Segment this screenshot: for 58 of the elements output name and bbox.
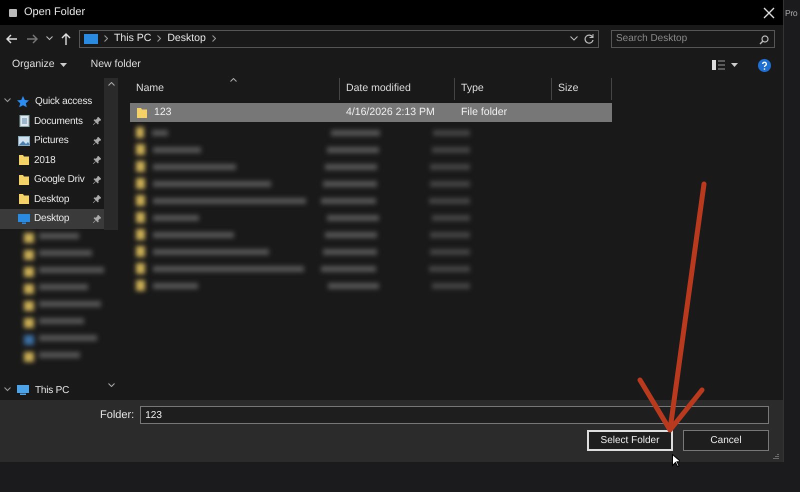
forward-arrow-icon[interactable] (26, 34, 38, 44)
sidebar-item[interactable]: Quick access (0, 92, 104, 112)
back-arrow-icon[interactable] (6, 34, 18, 44)
chevron-down-icon[interactable] (46, 36, 53, 41)
scroll-up-icon[interactable] (108, 82, 115, 86)
column-header[interactable]: Size (552, 78, 612, 100)
sidebar-item[interactable]: Google Driv (0, 170, 104, 190)
sidebar-item[interactable]: Documents (0, 112, 104, 131)
help-icon[interactable] (758, 58, 771, 72)
select-folder-button[interactable]: Select Folder (587, 430, 673, 451)
organize-menu-button[interactable]: Organize (12, 57, 67, 73)
window-title: Open Folder (24, 5, 86, 20)
mouse-cursor-icon (672, 454, 680, 467)
resize-grip-icon (773, 453, 779, 459)
chevron-right-icon (212, 35, 216, 42)
sidebar-item[interactable]: This PC (0, 380, 104, 400)
chevron-down-icon[interactable] (4, 386, 11, 394)
computer-icon (17, 384, 29, 396)
desktop-icon (84, 34, 98, 44)
search-field[interactable]: Search Desktop (611, 30, 775, 48)
caret-icon[interactable] (731, 63, 738, 67)
refresh-icon[interactable] (584, 34, 594, 44)
sidebar-item[interactable]: Desktop (0, 190, 104, 209)
breadcrumb-item[interactable]: This PC (114, 30, 152, 46)
chevron-down-icon[interactable] (570, 36, 578, 41)
type-cell-text: File folder (460, 104, 508, 120)
folder-icon (18, 193, 30, 206)
column-header[interactable]: Date modified (340, 78, 455, 100)
search-icon[interactable] (759, 34, 769, 44)
toolbar-button[interactable]: New folder (90, 57, 141, 73)
view-options-icon[interactable] (712, 60, 725, 70)
file-name: 123 (154, 104, 172, 120)
close-icon[interactable] (763, 6, 775, 18)
sidebar-item[interactable]: 2018 (0, 150, 104, 170)
folder-name-field[interactable]: 123 (140, 406, 769, 424)
chevron-right-icon (157, 35, 162, 42)
document-icon (18, 115, 30, 128)
column-header[interactable]: Type (455, 78, 552, 100)
cancel-button[interactable]: Cancel (683, 430, 769, 451)
address-bar[interactable]: This PC Desktop (79, 30, 599, 48)
star-icon (17, 96, 29, 108)
file-row[interactable]: 123 4/16/2026 2:13 PM File folder (130, 103, 612, 122)
desktop-icon (18, 212, 30, 225)
chevron-right-icon (104, 35, 108, 42)
scroll-down-icon[interactable] (108, 383, 115, 387)
background-text: Pro (785, 7, 798, 20)
folder-icon (18, 154, 30, 166)
up-arrow-icon[interactable] (61, 32, 71, 44)
folder-icon (18, 174, 30, 186)
breadcrumb-item[interactable]: Desktop (167, 30, 206, 46)
date-cell-text: 4/16/2026 2:13 PM (345, 104, 436, 120)
picture-icon (18, 134, 30, 147)
sidebar-item[interactable]: Pictures (0, 131, 104, 150)
sidebar-item[interactable]: Desktop (0, 209, 104, 228)
folder-label: Folder: (100, 408, 134, 423)
column-header[interactable]: Name (130, 78, 340, 100)
app-icon (8, 8, 18, 18)
folder-icon (136, 106, 148, 118)
